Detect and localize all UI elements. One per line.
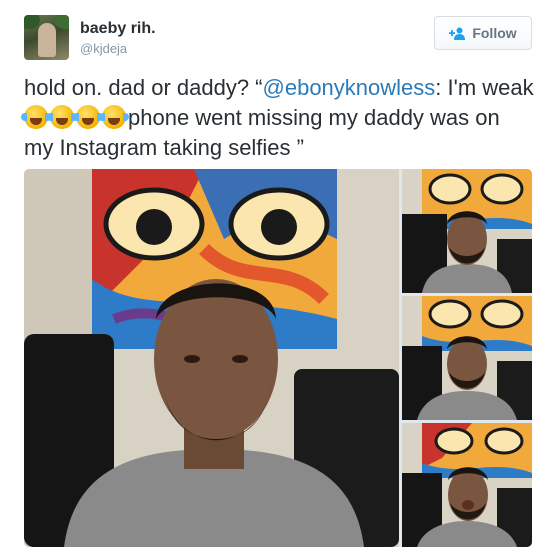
tweet-text: hold on. dad or daddy? “@ebonyknowless: … [21,73,534,163]
user-handle[interactable]: @kjdeja [80,41,127,56]
photo-selfie-main[interactable] [24,169,399,547]
photo-selfie-thumb-1[interactable] [402,169,532,293]
tears-of-joy-emoji-icon [99,105,129,129]
tweet-card: baeby rih. @kjdeja Follow hold on. dad o… [0,0,557,549]
mention-link[interactable]: @ebonyknowless [263,75,436,100]
photo-selfie-thumb-3[interactable] [402,423,532,547]
tears-of-joy-emoji-icon [73,105,103,129]
tweet-text-part: hold on. dad or daddy? “ [24,75,263,100]
media-grid [24,169,532,547]
follow-button-label: Follow [472,25,517,41]
tweet-text-part: : I'm weak [435,75,534,100]
tears-of-joy-emoji-icon [47,105,77,129]
photo-selfie-thumb-2[interactable] [402,296,532,420]
user-display-name[interactable]: baeby rih. [80,20,156,38]
tears-of-joy-emoji-icon [21,105,51,129]
avatar[interactable] [24,15,69,60]
add-user-icon [449,27,466,40]
follow-button[interactable]: Follow [434,16,532,50]
